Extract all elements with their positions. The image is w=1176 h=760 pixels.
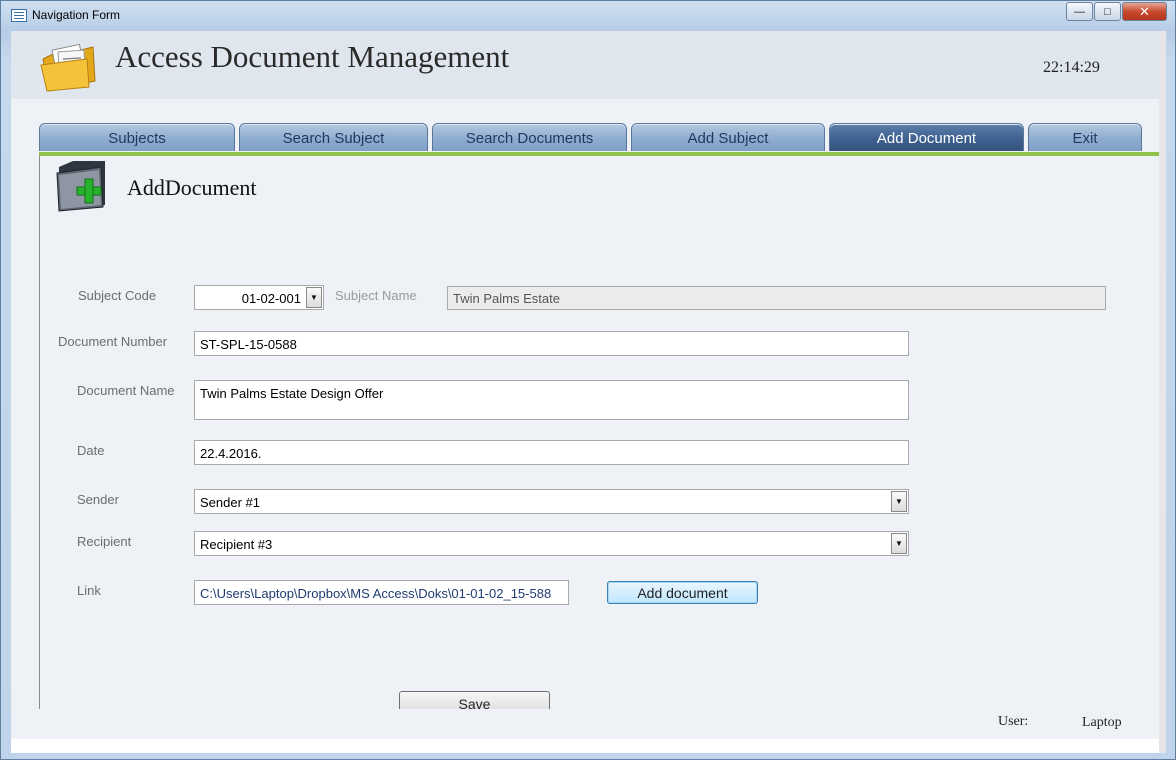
link-label: Link <box>77 583 101 598</box>
tab-add-document[interactable]: Add Document <box>829 123 1024 151</box>
document-name-label: Document Name <box>77 383 175 398</box>
recipient-combo[interactable]: Recipient #3 ▼ <box>194 531 909 556</box>
subject-code-value: 01-02-001 <box>241 291 301 306</box>
minimize-button[interactable]: — <box>1066 2 1093 21</box>
date-field[interactable]: 22.4.2016. <box>194 440 909 465</box>
subject-code-combo[interactable]: 01-02-001 ▼ <box>194 285 324 310</box>
form-header: Access Document Management 22:14:29 <box>11 31 1166 99</box>
tab-underline <box>39 152 1166 156</box>
chevron-down-icon[interactable]: ▼ <box>306 287 322 308</box>
form-body: Subjects Search Subject Search Documents… <box>11 99 1166 717</box>
recipient-label: Recipient <box>77 534 132 549</box>
window-controls: — □ ✕ <box>1065 2 1167 21</box>
navigation-form: Access Document Management 22:14:29 Subj… <box>11 31 1166 753</box>
subject-name-label: Subject Name <box>335 288 417 303</box>
subject-name-field: Twin Palms Estate <box>447 286 1106 310</box>
title-bar: Navigation Form — □ ✕ <box>1 1 1175 31</box>
form-window-icon <box>11 9 27 22</box>
user-label: User: <box>998 714 1029 729</box>
app-title: Access Document Management <box>115 39 510 74</box>
add-folder-icon <box>56 161 105 212</box>
link-field[interactable]: C:\Users\Laptop\Dropbox\MS Access\Doks\0… <box>194 580 569 605</box>
documents-folder-icon <box>40 43 96 92</box>
tab-subjects[interactable]: Subjects <box>39 123 235 151</box>
chevron-down-icon[interactable]: ▼ <box>891 533 907 554</box>
document-number-label: Document Number <box>58 334 168 349</box>
navigation-tabs: Subjects Search Subject Search Documents… <box>39 123 1146 151</box>
close-button[interactable]: ✕ <box>1122 2 1167 21</box>
tab-add-subject[interactable]: Add Subject <box>631 123 825 151</box>
form-footer <box>11 709 1166 739</box>
vertical-scrollbar[interactable] <box>1159 31 1166 753</box>
document-name-field[interactable]: Twin Palms Estate Design Offer <box>194 380 909 420</box>
subform-border <box>39 156 40 709</box>
tab-search-subject[interactable]: Search Subject <box>239 123 428 151</box>
document-number-field[interactable]: ST-SPL-15-0588 <box>194 331 909 356</box>
window-title: Navigation Form <box>32 8 121 22</box>
subject-code-label: Subject Code <box>78 288 157 303</box>
application-window: Navigation Form — □ ✕ Access Document Ma… <box>0 0 1176 760</box>
form-title: AddDocument <box>127 175 257 200</box>
sender-label: Sender <box>77 492 119 507</box>
sender-value: Sender #1 <box>200 495 260 510</box>
add-document-button[interactable]: Add document <box>607 581 758 604</box>
sender-combo[interactable]: Sender #1 ▼ <box>194 489 909 514</box>
recipient-value: Recipient #3 <box>200 537 273 552</box>
clock: 22:14:29 <box>1043 59 1100 76</box>
maximize-button[interactable]: □ <box>1094 2 1121 21</box>
date-label: Date <box>77 443 105 458</box>
user-value: Laptop <box>1082 715 1122 730</box>
tab-exit[interactable]: Exit <box>1028 123 1142 151</box>
chevron-down-icon[interactable]: ▼ <box>891 491 907 512</box>
tab-search-documents[interactable]: Search Documents <box>432 123 627 151</box>
